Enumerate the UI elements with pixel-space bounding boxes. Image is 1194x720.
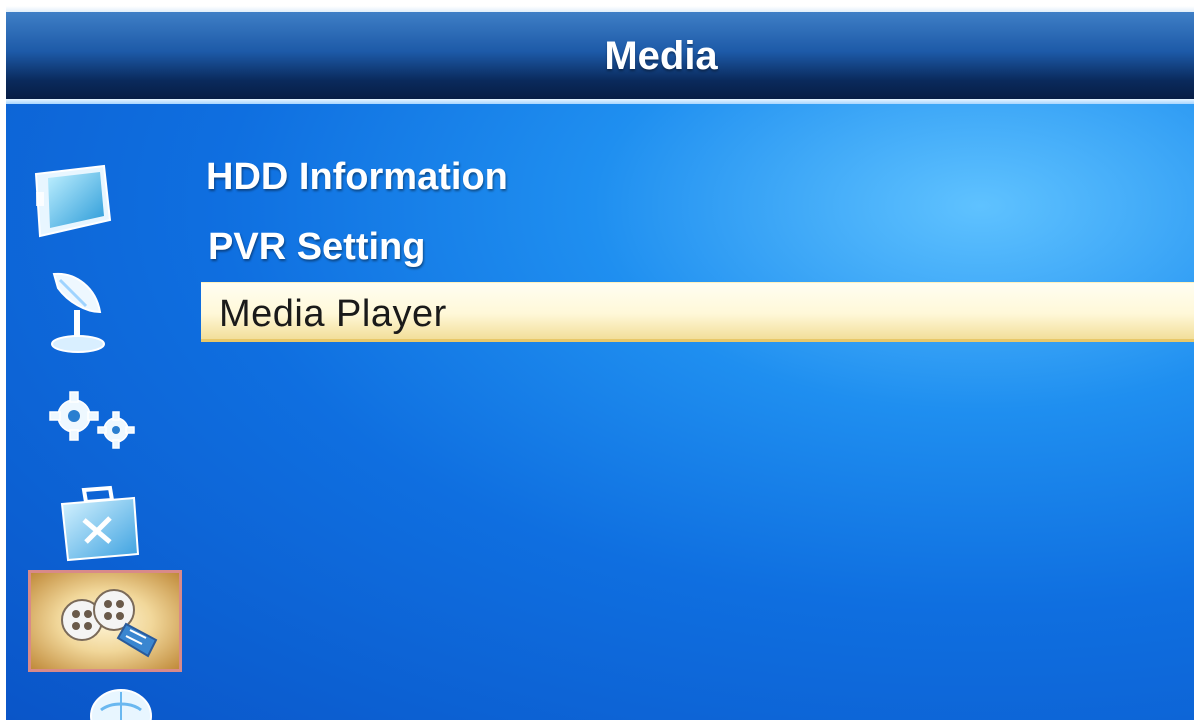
toolbox-icon[interactable] [54, 480, 144, 575]
tv-icon[interactable] [26, 162, 116, 247]
menu-item-media-player[interactable]: Media Player [201, 282, 1194, 342]
gears-icon[interactable] [48, 390, 140, 459]
title-bar: Media [6, 12, 1194, 100]
menu-item-pvr-setting[interactable]: PVR Setting [208, 226, 425, 269]
menu-item-label: Media Player [219, 293, 447, 335]
page-title: Media [604, 34, 718, 78]
satellite-dish-icon[interactable] [46, 268, 110, 363]
title-divider [6, 99, 1194, 104]
menu-item-hdd-information[interactable]: HDD Information [206, 156, 508, 199]
media-menu-screen: Media HDD Information PVR Setting Media … [6, 6, 1194, 720]
globe-icon[interactable] [86, 686, 156, 720]
film-reel-icon[interactable] [56, 580, 166, 669]
